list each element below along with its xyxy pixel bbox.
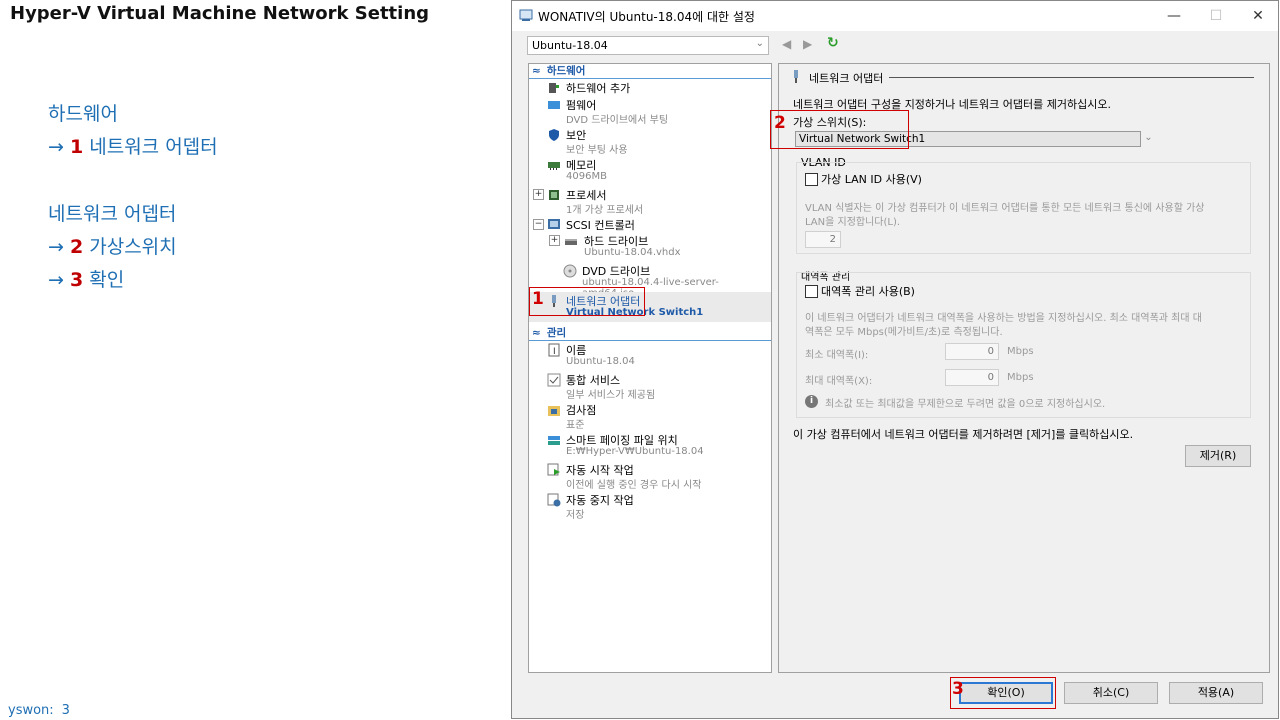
note-hardware: 하드웨어 xyxy=(48,103,118,125)
title-divider xyxy=(889,77,1254,78)
expand-icon[interactable]: + xyxy=(533,189,544,200)
remove-description: 이 가상 컴퓨터에서 네트워크 어댑터를 제거하려면 [제거]를 클릭하십시오. xyxy=(793,428,1134,441)
scsi-controller-icon xyxy=(548,219,560,229)
add-hardware-icon xyxy=(549,83,559,93)
firmware-icon xyxy=(548,101,560,109)
tree-item-processor[interactable]: + 프로세서 1개 가상 프로세서 xyxy=(529,186,771,216)
max-bandwidth-unit: Mbps xyxy=(1007,372,1034,383)
note-step-2: → 2 가상스위치 xyxy=(48,236,177,258)
tree-item-hard-drive[interactable]: + 하드 드라이브 Ubuntu-18.04.vhdx xyxy=(529,232,771,262)
bandwidth-description-2: 역폭은 모두 Mbps(메가비트/초)로 측정됩니다. xyxy=(805,327,1003,338)
callout-number-3: 3 xyxy=(952,679,964,699)
bandwidth-group: 대역폭 관리 사용(B) 이 네트워크 어댑터가 네트워크 대역폭을 사용하는 … xyxy=(796,272,1251,418)
tree-item-smart-paging[interactable]: 스마트 페이징 파일 위치 E:₩Hyper-V₩Ubuntu-18.04 xyxy=(529,431,771,461)
hard-drive-icon xyxy=(565,239,577,245)
hardware-section-header[interactable]: ≈ 하드웨어 xyxy=(529,64,771,79)
vlan-id-input[interactable]: 2 xyxy=(805,231,841,248)
toolbar: Ubuntu-18.04 ⌄ ◀ ▶ ↻ xyxy=(527,35,1267,56)
minimize-icon[interactable]: — xyxy=(1163,5,1185,27)
tree-item-security[interactable]: 보안 보안 부팅 사용 xyxy=(529,126,771,156)
memory-icon xyxy=(548,162,560,170)
window-title: WONATIV의 Ubuntu-18.04에 대한 설정 xyxy=(538,10,755,24)
remove-button[interactable]: 제거(R) xyxy=(1185,445,1251,467)
forward-icon[interactable]: ▶ xyxy=(803,37,812,51)
name-icon: I xyxy=(548,343,560,357)
instruction-notes: 하드웨어 → 1 네트워크 어뎁터 네트워크 어뎁터 → 2 가상스위치 → 3… xyxy=(48,98,218,297)
back-icon[interactable]: ◀ xyxy=(782,37,791,51)
settings-dialog: WONATIV의 Ubuntu-18.04에 대한 설정 — ☐ ✕ Ubunt… xyxy=(511,0,1279,719)
dvd-icon xyxy=(563,264,577,278)
chevron-down-icon: ⌄ xyxy=(1144,132,1153,143)
bandwidth-description-1: 이 네트워크 어댑터가 네트워크 대역폭을 사용하는 방법을 지정하십시오. 최… xyxy=(805,313,1202,324)
vm-selector[interactable]: Ubuntu-18.04 ⌄ xyxy=(527,36,769,55)
cancel-button[interactable]: 취소(C) xyxy=(1064,682,1158,704)
tree-item-name[interactable]: I 이름 Ubuntu-18.04 xyxy=(529,341,771,371)
note-step-3: → 3 확인 xyxy=(48,269,125,291)
max-bandwidth-label: 최대 대역폭(X): xyxy=(805,376,873,387)
callout-number-1: 1 xyxy=(532,289,544,309)
management-section-header[interactable]: ≈ 관리 xyxy=(529,326,771,341)
shield-icon xyxy=(549,129,559,141)
expand-icon[interactable]: + xyxy=(549,235,560,246)
tree-item-integration-services[interactable]: 통합 서비스 일부 서비스가 제공됨 xyxy=(529,371,771,401)
min-bandwidth-label: 최소 대역폭(I): xyxy=(805,350,869,361)
vlan-description-1: VLAN 식별자는 이 가상 컴퓨터가 이 네트워크 어댑터를 통한 모든 네트… xyxy=(805,203,1205,214)
network-adapter-panel: 네트워크 어댑터 네트워크 어댑터 구성을 지정하거나 네트워크 어댑터를 제거… xyxy=(778,63,1270,673)
tree-item-checkpoints[interactable]: 검사점 표준 xyxy=(529,401,771,431)
tree-item-auto-start[interactable]: 자동 시작 작업 이전에 실행 중인 경우 다시 시작 xyxy=(529,461,771,491)
vlan-checkbox-label[interactable]: 가상 LAN ID 사용(V) xyxy=(821,171,922,187)
callout-box-2 xyxy=(770,110,909,149)
note-network-adapter: 네트워크 어뎁터 xyxy=(48,203,177,225)
settings-tree: ≈ 하드웨어 하드웨어 추가 펌웨어 DVD 드라이브에서 부팅 보안 보안 부팅… xyxy=(528,63,772,673)
footer-page: 3 xyxy=(61,703,70,718)
note-step-1: → 1 네트워크 어뎁터 xyxy=(48,136,218,158)
slide-title: Hyper-V Virtual Machine Network Setting xyxy=(10,3,430,24)
slide-footer: yswon: 3 xyxy=(8,703,78,718)
vlan-group: 가상 LAN ID 사용(V) VLAN 식별자는 이 가상 컴퓨터가 이 네트… xyxy=(796,162,1251,254)
svg-text:I: I xyxy=(553,347,556,357)
vlan-checkbox[interactable] xyxy=(805,173,818,186)
network-adapter-icon xyxy=(794,70,798,83)
footer-author: yswon: xyxy=(8,703,54,718)
tree-item-memory[interactable]: 메모리 4096MB xyxy=(529,156,771,186)
min-bandwidth-input[interactable]: 0 xyxy=(945,343,999,360)
refresh-icon[interactable]: ↻ xyxy=(827,35,839,51)
info-icon: i xyxy=(805,395,818,408)
min-bandwidth-unit: Mbps xyxy=(1007,346,1034,357)
bandwidth-info-text: 최소값 또는 최대값을 무제한으로 두려면 값을 0으로 지정하십시오. xyxy=(825,399,1106,410)
vlan-description-2: LAN을 지정합니다(L). xyxy=(805,217,901,228)
collapse-icon[interactable]: − xyxy=(533,219,544,230)
bandwidth-checkbox[interactable] xyxy=(805,285,818,298)
auto-stop-icon xyxy=(547,493,561,507)
auto-start-icon xyxy=(547,463,560,476)
callout-box-3 xyxy=(950,677,1056,709)
smart-paging-icon xyxy=(548,436,560,445)
max-bandwidth-input[interactable]: 0 xyxy=(945,369,999,386)
checkpoint-icon xyxy=(548,406,560,416)
integration-services-icon xyxy=(547,373,561,387)
chevron-down-icon: ⌄ xyxy=(755,38,764,49)
tree-item-firmware[interactable]: 펌웨어 DVD 드라이브에서 부팅 xyxy=(529,96,771,126)
tree-item-add-hardware[interactable]: 하드웨어 추가 xyxy=(529,79,771,96)
maximize-icon[interactable]: ☐ xyxy=(1205,5,1227,27)
processor-icon xyxy=(549,190,559,200)
callout-number-2: 2 xyxy=(774,113,786,133)
bandwidth-checkbox-label[interactable]: 대역폭 관리 사용(B) xyxy=(821,283,915,299)
tree-item-auto-stop[interactable]: 자동 중지 작업 저장 xyxy=(529,491,771,521)
apply-button[interactable]: 적용(A) xyxy=(1169,682,1263,704)
tree-item-scsi-controller[interactable]: − SCSI 컨트롤러 xyxy=(529,216,771,232)
panel-title: 네트워크 어댑터 xyxy=(809,72,884,85)
close-icon[interactable]: ✕ xyxy=(1247,5,1269,27)
callout-box-1 xyxy=(529,287,645,316)
hyperv-app-icon xyxy=(519,9,533,21)
title-bar[interactable]: WONATIV의 Ubuntu-18.04에 대한 설정 — ☐ ✕ xyxy=(512,1,1278,31)
